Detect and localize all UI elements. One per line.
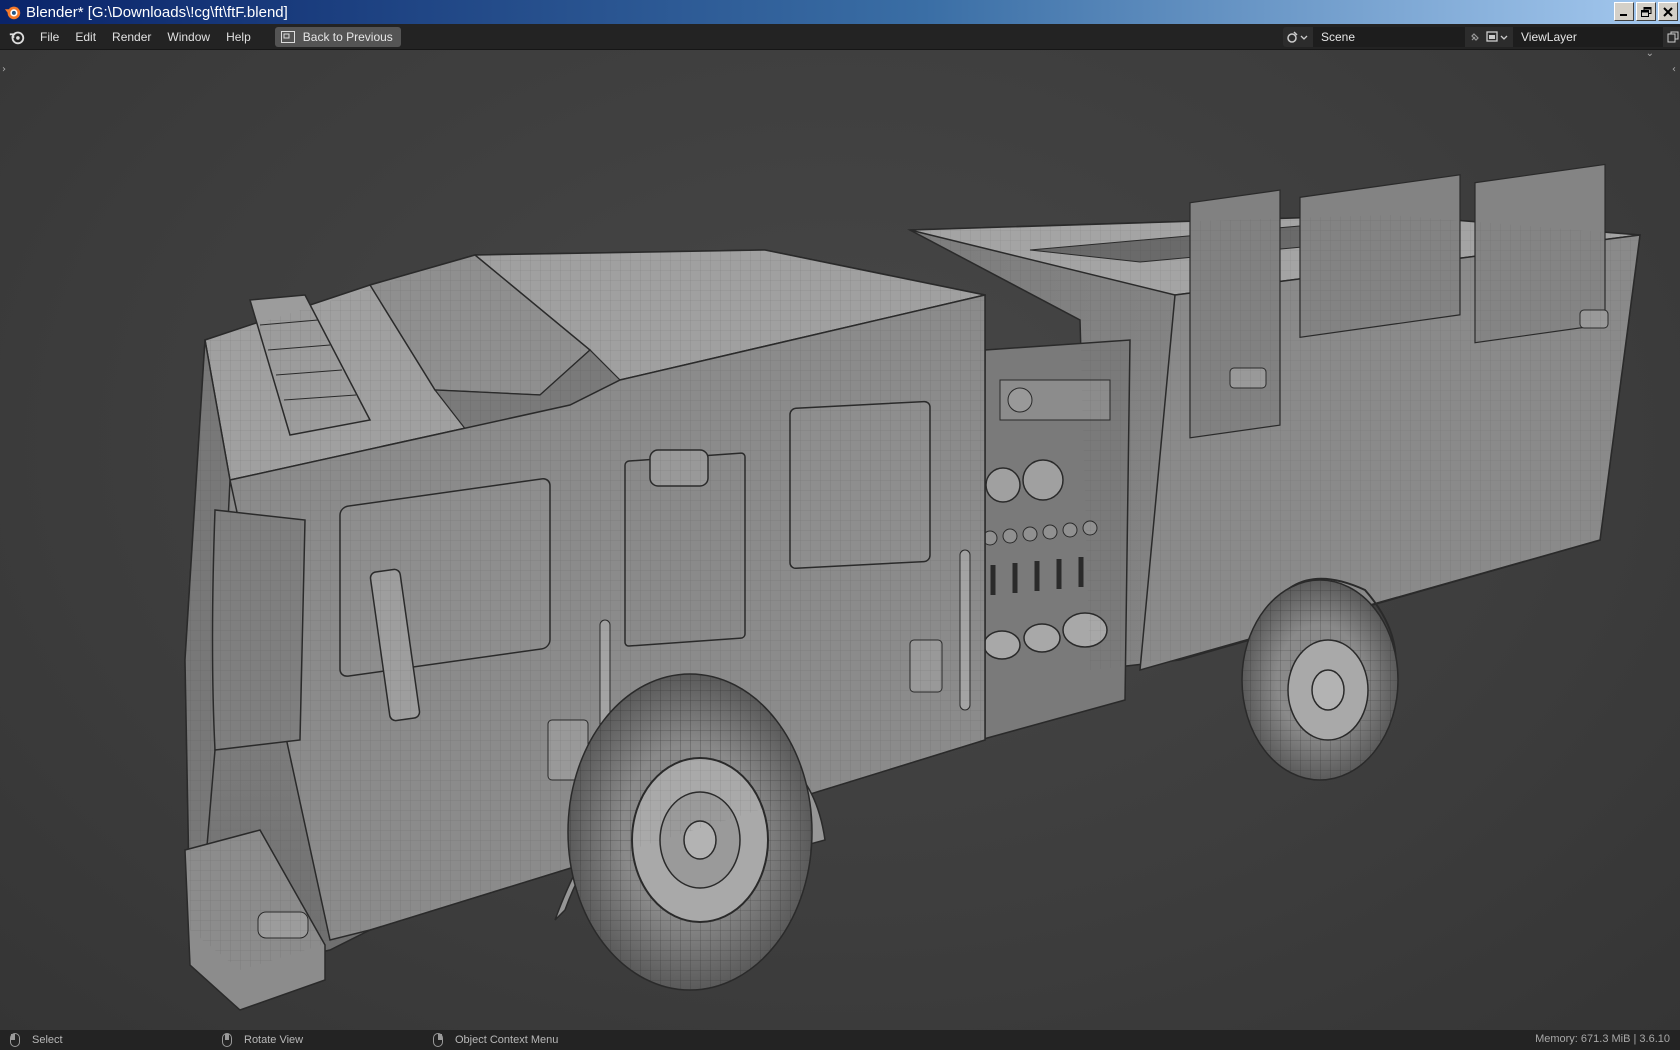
minimize-icon bbox=[1620, 13, 1627, 16]
mouse-right-icon bbox=[433, 1033, 443, 1047]
menu-file[interactable]: File bbox=[32, 24, 67, 50]
fire-truck-model bbox=[184, 163, 1641, 1011]
back-to-previous-label: Back to Previous bbox=[302, 29, 393, 44]
status-middle-click: Rotate View bbox=[222, 1033, 303, 1047]
status-left-click: Select bbox=[10, 1033, 63, 1047]
close-button[interactable] bbox=[1658, 2, 1678, 21]
blender-menu-icon[interactable] bbox=[8, 28, 26, 46]
status-context-label: Object Context Menu bbox=[455, 1034, 559, 1046]
viewlayer-name-field[interactable]: ViewLayer bbox=[1513, 27, 1663, 47]
window-titlebar[interactable]: Blender* [G:\Downloads\!cg\ft\ftF.blend] bbox=[0, 0, 1680, 24]
duplicate-icon bbox=[1667, 31, 1679, 43]
status-rotate-label: Rotate View bbox=[244, 1034, 304, 1046]
restore-button[interactable] bbox=[1636, 2, 1656, 21]
scene-pin-button[interactable] bbox=[1465, 27, 1485, 47]
viewlayer-selector: ViewLayer bbox=[1483, 27, 1680, 47]
restore-icon bbox=[1640, 6, 1651, 17]
pin-icon bbox=[1471, 33, 1479, 41]
memory-version-info: Memory: 671.3 MiB | 3.6.10 bbox=[1535, 1033, 1670, 1045]
close-icon bbox=[1663, 6, 1673, 17]
fullscreen-back-icon bbox=[280, 30, 295, 43]
menu-window[interactable]: Window bbox=[159, 24, 218, 50]
status-select-label: Select bbox=[32, 1034, 63, 1046]
menu-edit[interactable]: Edit bbox=[67, 24, 104, 50]
viewlayer-new-button[interactable] bbox=[1663, 27, 1680, 47]
status-bar: Select Rotate View Object Context Menu M… bbox=[0, 1030, 1680, 1050]
scene-icon bbox=[1287, 31, 1308, 43]
blender-topbar: File Edit Render Window Help Back to Pre… bbox=[0, 24, 1680, 50]
minimize-button[interactable] bbox=[1614, 2, 1634, 21]
mouse-left-icon bbox=[10, 1033, 20, 1047]
viewlayer-browse-button[interactable] bbox=[1483, 27, 1513, 47]
blender-logo-icon bbox=[4, 6, 21, 20]
window-title: Blender* [G:\Downloads\!cg\ft\ftF.blend] bbox=[26, 3, 288, 21]
menu-render[interactable]: Render bbox=[104, 24, 159, 50]
back-to-previous-button[interactable]: Back to Previous bbox=[274, 26, 401, 47]
mouse-middle-icon bbox=[222, 1033, 232, 1047]
status-right-click: Object Context Menu bbox=[433, 1033, 558, 1047]
render-layers-icon bbox=[1486, 31, 1508, 42]
3d-viewport[interactable]: › ‹ ⌄ bbox=[0, 50, 1680, 1030]
menu-help[interactable]: Help bbox=[218, 24, 259, 50]
scene-name-field[interactable]: Scene bbox=[1313, 27, 1465, 47]
scene-browse-button[interactable] bbox=[1283, 27, 1313, 47]
